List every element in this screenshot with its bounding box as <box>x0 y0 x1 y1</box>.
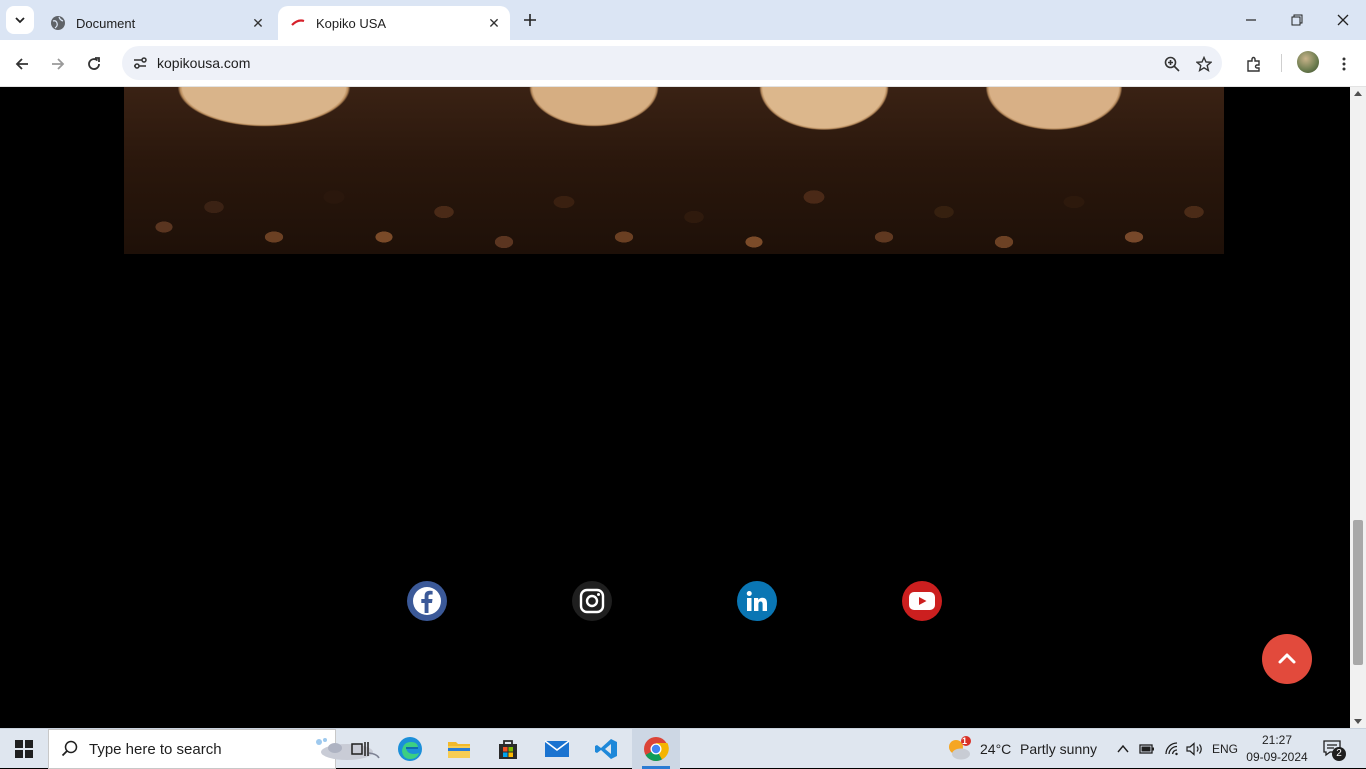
weather-widget-icon[interactable]: 1 <box>944 729 974 769</box>
task-view-icon <box>351 742 369 756</box>
back-to-top-button[interactable] <box>1262 634 1312 684</box>
microsoft-store-app[interactable] <box>484 729 532 769</box>
partly-sunny-icon <box>949 736 971 760</box>
weather-condition[interactable]: Partly sunny <box>1020 741 1097 757</box>
edge-icon <box>398 737 422 761</box>
store-icon <box>499 740 517 759</box>
chevron-up-icon <box>1117 744 1129 753</box>
network-button[interactable] <box>1161 729 1183 769</box>
restore-icon <box>1291 14 1303 26</box>
site-info-icon[interactable] <box>130 53 150 73</box>
battery-icon <box>1139 744 1154 754</box>
browser-tab-strip: Document ✕ Kopiko USA ✕ <box>0 0 1366 40</box>
chevron-up-icon <box>1278 653 1296 664</box>
youtube-link[interactable] <box>902 581 942 621</box>
chevron-down-icon <box>15 17 25 24</box>
close-tab-icon[interactable]: ✕ <box>484 13 504 33</box>
file-explorer-app[interactable] <box>435 729 483 769</box>
profile-avatar[interactable] <box>1297 51 1319 73</box>
page-scrollbar[interactable] <box>1350 87 1366 728</box>
clock-date: 09-09-2024 <box>1246 750 1308 764</box>
wifi-icon <box>1165 742 1178 756</box>
volume-button[interactable] <box>1184 729 1206 769</box>
more-vert-icon <box>1342 57 1346 71</box>
minimize-icon <box>1246 19 1256 21</box>
tab-kopiko-usa[interactable]: Kopiko USA ✕ <box>278 6 510 40</box>
url-text: kopikousa.com <box>157 55 251 71</box>
clock-time: 21:27 <box>1261 733 1293 747</box>
vscode-icon <box>595 739 617 759</box>
forward-button[interactable] <box>44 50 72 78</box>
instagram-icon <box>579 588 605 614</box>
mail-app[interactable] <box>533 729 581 769</box>
globe-icon <box>50 15 66 31</box>
battery-button[interactable] <box>1137 729 1157 769</box>
show-hidden-icons-button[interactable] <box>1113 729 1133 769</box>
star-icon <box>1196 56 1212 72</box>
restore-button[interactable] <box>1274 0 1320 40</box>
address-bar[interactable]: kopikousa.com <box>122 46 1222 80</box>
page-viewport <box>0 87 1366 728</box>
start-button[interactable] <box>0 729 48 769</box>
notification-count: 2 <box>1332 747 1346 761</box>
coffee-beans-image <box>124 87 1224 254</box>
menu-button[interactable] <box>1330 50 1358 78</box>
speaker-icon <box>1186 742 1202 756</box>
task-view-button[interactable] <box>336 729 384 769</box>
back-button[interactable] <box>8 50 36 78</box>
toolbar-divider <box>1281 54 1282 72</box>
clock[interactable]: 21:27 09-09-2024 <box>1244 732 1310 766</box>
arrow-right-icon <box>52 58 65 70</box>
search-icon <box>61 740 79 763</box>
chrome-icon <box>644 737 669 762</box>
bookmark-button[interactable] <box>1190 50 1218 78</box>
windows-logo-icon <box>15 740 33 758</box>
browser-toolbar: kopikousa.com <box>0 40 1366 87</box>
facebook-link[interactable] <box>407 581 447 621</box>
linkedin-link[interactable] <box>737 581 777 621</box>
scroll-down-arrow[interactable] <box>1354 719 1362 724</box>
tab-document[interactable]: Document ✕ <box>38 6 274 40</box>
close-icon <box>1337 14 1349 26</box>
arrow-left-icon <box>15 58 28 70</box>
facebook-icon <box>413 587 441 615</box>
mail-icon <box>544 740 570 757</box>
scroll-up-arrow[interactable] <box>1354 91 1362 96</box>
minimize-button[interactable] <box>1228 0 1274 40</box>
tab-search-button[interactable] <box>6 6 34 34</box>
close-tab-icon[interactable]: ✕ <box>248 13 268 33</box>
folder-icon <box>448 742 470 758</box>
puzzle-icon <box>1247 56 1260 72</box>
reload-button[interactable] <box>80 50 108 78</box>
social-links <box>0 581 1366 623</box>
taskbar: Type here to search 1 24°C Partly sunny <box>0 728 1366 769</box>
plus-icon <box>524 14 536 26</box>
chrome-app[interactable] <box>632 729 680 769</box>
extensions-button[interactable] <box>1240 50 1268 78</box>
zoom-icon <box>1164 56 1180 72</box>
zoom-button[interactable] <box>1158 50 1186 78</box>
input-language[interactable]: ENG <box>1212 742 1238 756</box>
notifications-button[interactable]: 2 <box>1322 739 1346 761</box>
edge-app[interactable] <box>386 729 434 769</box>
close-window-button[interactable] <box>1320 0 1366 40</box>
vscode-app[interactable] <box>582 729 630 769</box>
tab-title: Kopiko USA <box>316 15 387 31</box>
new-tab-button[interactable] <box>518 8 542 32</box>
tab-title: Document <box>76 15 136 31</box>
weather-temp[interactable]: 24°C <box>980 741 1011 757</box>
youtube-icon <box>909 592 935 610</box>
kopiko-logo-icon <box>290 15 306 31</box>
reload-icon <box>88 57 100 70</box>
instagram-link[interactable] <box>572 581 612 621</box>
search-placeholder: Type here to search <box>89 741 222 758</box>
scrollbar-thumb[interactable] <box>1353 520 1363 665</box>
linkedin-icon <box>746 591 767 611</box>
taskbar-search-box[interactable]: Type here to search <box>48 729 380 769</box>
weather-alert-count: 1 <box>962 736 968 746</box>
